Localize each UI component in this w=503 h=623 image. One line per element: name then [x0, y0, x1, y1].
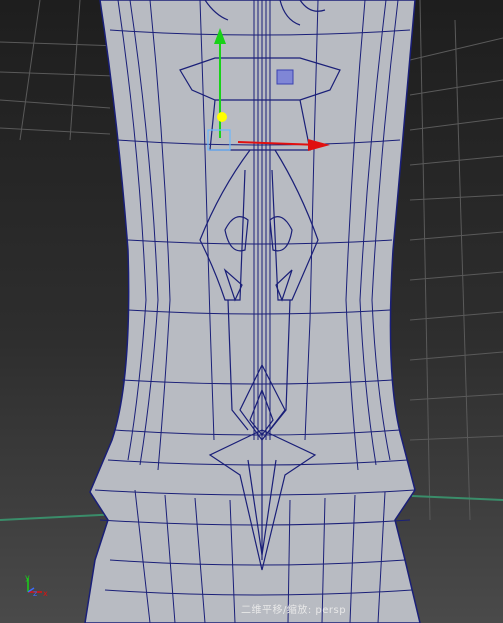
view-axis-indicator: y x z — [25, 573, 48, 598]
pivot-handle[interactable] — [217, 112, 227, 122]
axis-y-label: y — [25, 573, 30, 582]
camera-hud-label: 二维平移/缩放: persp — [241, 605, 347, 616]
axis-z-label: z — [33, 589, 37, 598]
horizon-line — [0, 513, 121, 521]
selected-face[interactable] — [276, 69, 294, 85]
3d-viewport[interactable]: y x z 二维平移/缩放: persp — [0, 0, 503, 623]
axis-x-label: x — [43, 589, 48, 598]
horizon-line-right — [411, 495, 503, 501]
